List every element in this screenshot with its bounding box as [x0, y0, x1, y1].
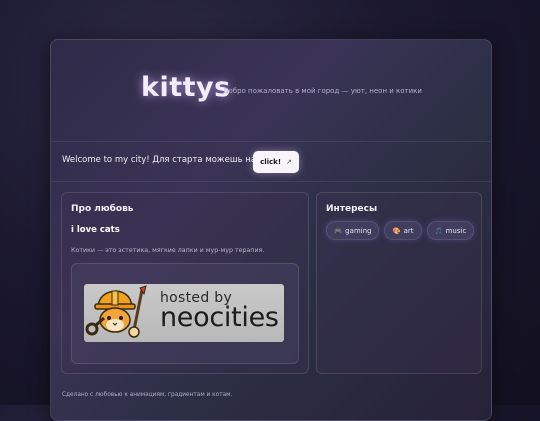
click-button-label: click!: [260, 158, 282, 166]
site-logo[interactable]: kittys: [141, 72, 231, 103]
footer-text: Сделано с любовью к анимациям, градиента…: [62, 392, 233, 398]
chip-gaming[interactable]: 🎮 gaming: [326, 221, 380, 240]
click-button[interactable]: click! ↗: [253, 151, 299, 173]
chip-label: music: [445, 226, 467, 235]
badge-container: hosted by neocities: [71, 263, 299, 364]
hero-header: kittys Добро пожаловать в мой город — ую…: [51, 40, 491, 142]
love-panel-subtitle: i love cats: [71, 225, 120, 235]
love-panel-description: Котики — это эстетика, мягкие лапки и му…: [71, 247, 265, 254]
interests-panel: Интересы 🎮 gaming 🎨 art 🎵 music: [316, 192, 482, 374]
gamepad-icon: 🎮: [334, 226, 343, 235]
interests-panel-title: Интересы: [326, 204, 378, 214]
love-panel-title: Про любовь: [71, 204, 134, 214]
chip-art[interactable]: 🎨 art: [384, 221, 422, 240]
main-card: kittys Добро пожаловать в мой город — ую…: [50, 39, 492, 421]
interest-chips: 🎮 gaming 🎨 art 🎵 music: [326, 221, 475, 240]
chip-label: art: [403, 226, 414, 235]
external-arrow-icon: ↗: [286, 158, 292, 166]
neocities-badge[interactable]: hosted by neocities: [84, 284, 284, 342]
music-note-icon: 🎵: [434, 226, 443, 235]
neocities-cat-icon: [85, 285, 147, 338]
palette-icon: 🎨: [392, 226, 401, 235]
badge-line2: neocities: [160, 302, 279, 333]
welcome-bar: Welcome to my city! Для старта можешь на…: [51, 142, 491, 182]
chip-label: gaming: [345, 226, 372, 235]
site-tagline: Добро пожаловать в мой город — уют, неон…: [223, 87, 422, 95]
welcome-text: Welcome to my city! Для старта можешь на…: [62, 155, 282, 165]
love-panel: Про любовь i love cats Котики — это эсте…: [61, 192, 309, 374]
chip-music[interactable]: 🎵 music: [426, 221, 475, 240]
